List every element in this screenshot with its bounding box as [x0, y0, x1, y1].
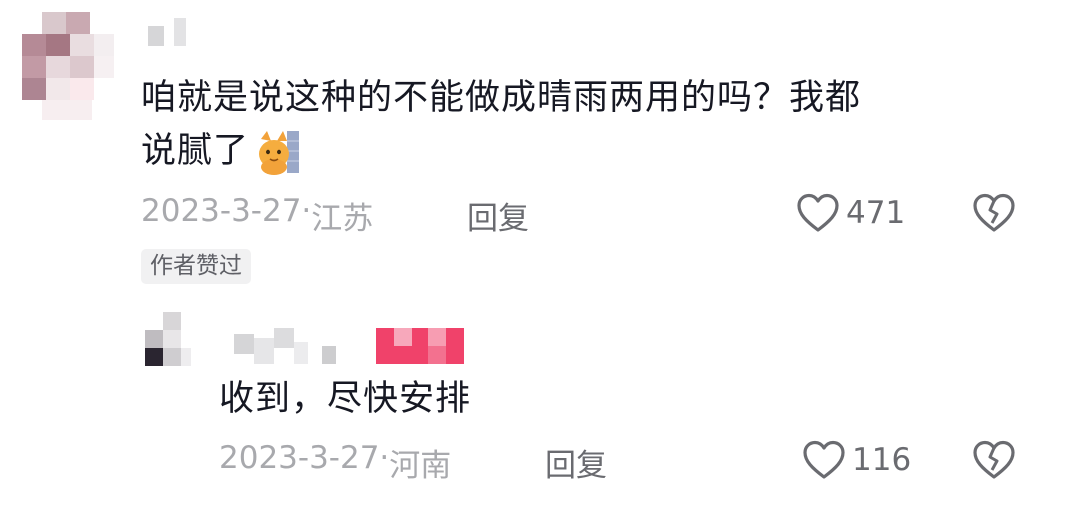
- broken-heart-icon: [972, 193, 1016, 233]
- username[interactable]: [144, 18, 204, 48]
- reply-like-count: 116: [852, 442, 912, 478]
- cat-emoji-icon: [257, 129, 301, 175]
- reply-username[interactable]: [230, 328, 350, 364]
- broken-heart-icon: [972, 440, 1016, 480]
- avatar[interactable]: [22, 12, 114, 120]
- like-button[interactable]: 471: [796, 193, 905, 233]
- comment-location: 江苏: [311, 201, 374, 237]
- reply-dislike-button[interactable]: [972, 440, 1016, 480]
- like-count: 471: [846, 195, 906, 231]
- comment-text: 咱就是说这种的不能做成晴雨两用的吗？我都 说腻了: [141, 72, 1001, 178]
- reply-date: 2023-3-27·: [219, 440, 390, 476]
- reply-text: 收到，尽快安排: [219, 379, 472, 419]
- author-tag: [376, 328, 464, 364]
- comment-text-line-1: 咱就是说这种的不能做成晴雨两用的吗？我都: [141, 78, 862, 118]
- reply-avatar[interactable]: [145, 312, 191, 366]
- comment-text-line-2: 说腻了: [141, 131, 250, 171]
- dislike-button[interactable]: [972, 193, 1016, 233]
- reply-button[interactable]: 回复: [467, 193, 529, 238]
- reply-meta: 2023-3-27· 河南: [219, 440, 451, 485]
- heart-outline-icon: [802, 440, 846, 480]
- reply-like-button[interactable]: 116: [802, 440, 911, 480]
- reply-reply-button[interactable]: 回复: [545, 440, 607, 485]
- heart-outline-icon: [796, 193, 840, 233]
- comment-meta: 2023-3-27· 江苏: [141, 193, 373, 238]
- author-liked-badge: 作者赞过: [141, 249, 251, 284]
- comment-date: 2023-3-27·: [141, 193, 312, 229]
- reply-location: 河南: [389, 448, 452, 484]
